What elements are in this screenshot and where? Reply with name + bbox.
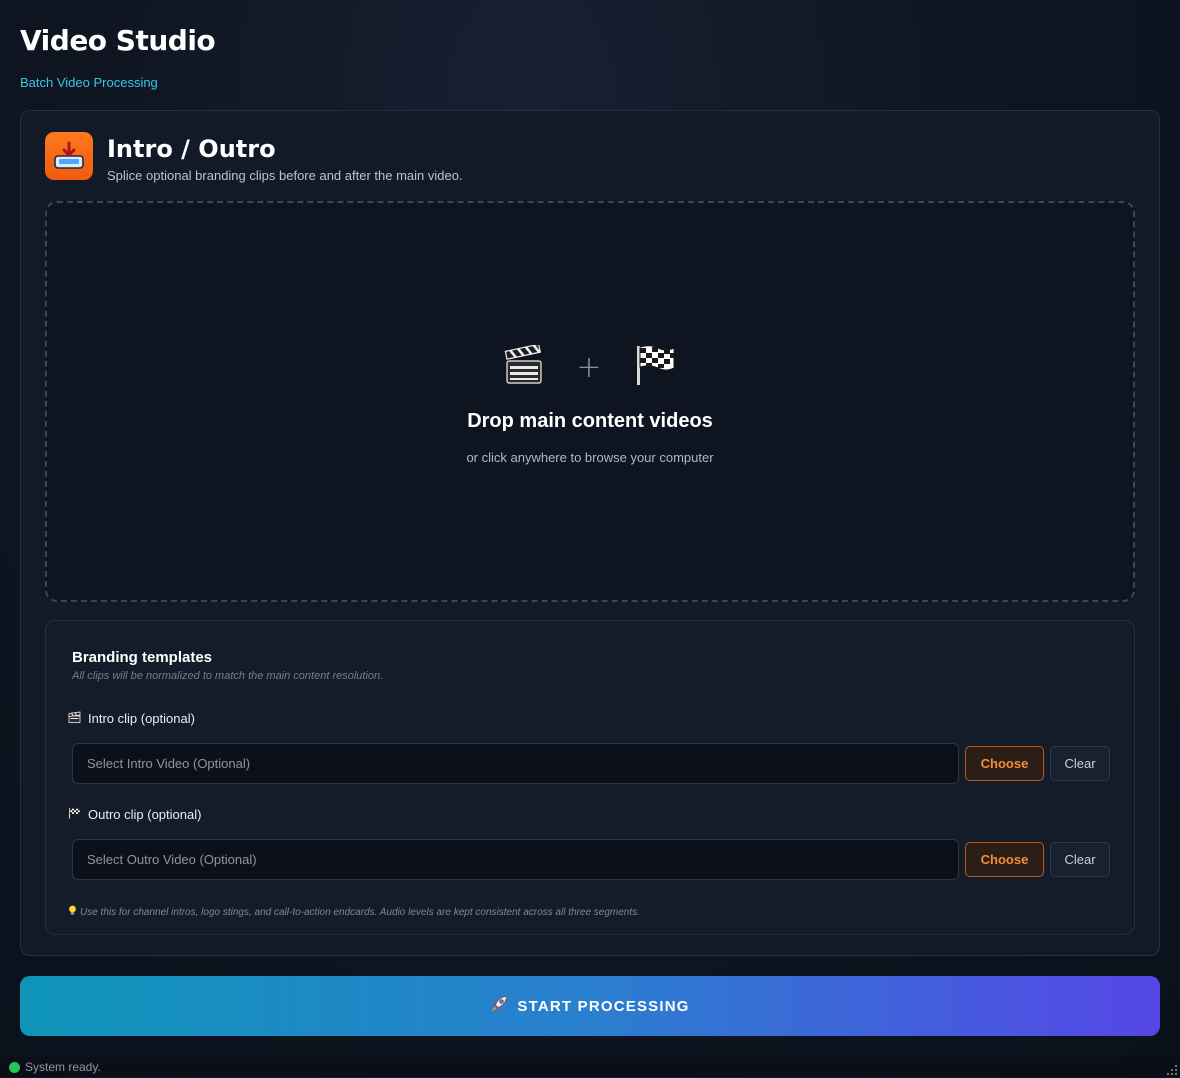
outro-clip-input[interactable]	[72, 839, 959, 880]
status-text: System ready.	[25, 1060, 101, 1074]
rocket-icon	[490, 995, 508, 1017]
intro-choose-button[interactable]: Choose	[965, 746, 1044, 781]
app-title: Video Studio	[20, 24, 216, 57]
branding-templates-section: Branding templates All clips will be nor…	[45, 620, 1135, 935]
video-dropzone[interactable]: + Drop main content videos or click anyw…	[45, 201, 1135, 602]
intro-outro-panel: Intro / Outro Splice optional branding c…	[20, 110, 1160, 956]
lightbulb-icon	[68, 905, 77, 919]
intro-clip-label-text: Intro clip (optional)	[88, 711, 195, 726]
checkered-flag-icon	[634, 343, 676, 392]
outro-clip-label-text: Outro clip (optional)	[88, 807, 202, 822]
status-bar: System ready.	[0, 1057, 1180, 1077]
dropzone-subtitle: or click anywhere to browse your compute…	[466, 450, 714, 465]
branding-title: Branding templates	[72, 649, 213, 666]
module-description: Splice optional branding clips before an…	[107, 168, 463, 183]
app-subtitle: Batch Video Processing	[20, 75, 158, 90]
module-title: Intro / Outro	[107, 135, 276, 163]
clapperboard-icon	[68, 711, 81, 726]
checkered-flag-icon	[68, 807, 81, 822]
status-indicator	[9, 1061, 20, 1073]
intro-clip-input[interactable]	[72, 743, 959, 784]
plus-icon: +	[576, 350, 602, 385]
branding-tip: Use this for channel intros, logo stings…	[68, 905, 640, 919]
intro-clear-button[interactable]: Clear	[1050, 746, 1110, 781]
clapperboard-icon	[504, 343, 544, 390]
dropzone-title: Drop main content videos	[467, 410, 713, 432]
resize-grip-icon[interactable]	[1167, 1064, 1177, 1075]
outro-clear-button[interactable]: Clear	[1050, 842, 1110, 877]
download-tray-icon	[45, 132, 93, 180]
dropzone-icons: +	[47, 343, 1133, 392]
start-processing-label: START PROCESSING	[517, 997, 690, 1015]
branding-tip-text: Use this for channel intros, logo stings…	[80, 906, 640, 918]
intro-clip-label: Intro clip (optional)	[68, 711, 195, 726]
outro-choose-button[interactable]: Choose	[965, 842, 1044, 877]
start-processing-button[interactable]: START PROCESSING	[20, 976, 1160, 1036]
outro-clip-label: Outro clip (optional)	[68, 807, 201, 822]
branding-note: All clips will be normalized to match th…	[72, 670, 384, 682]
